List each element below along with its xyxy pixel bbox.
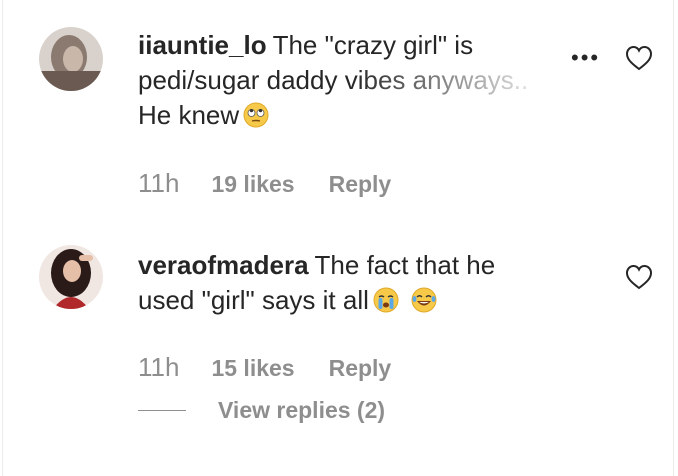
comment-text: veraofmadera The fact that he used "girl"… bbox=[138, 248, 578, 318]
reply-button[interactable]: Reply bbox=[329, 355, 392, 382]
view-replies-button[interactable]: View replies (2) bbox=[138, 397, 385, 424]
more-options-icon[interactable]: ••• bbox=[571, 45, 600, 71]
avatar[interactable] bbox=[39, 27, 103, 91]
timestamp[interactable]: 11h bbox=[138, 168, 179, 199]
crying-emoji-icon bbox=[373, 287, 399, 313]
comments-panel: iiauntie_lo The "crazy girl" is pedi/suga… bbox=[2, 0, 674, 476]
comment-meta: 11h 19 likes Reply bbox=[138, 168, 391, 199]
reply-button[interactable]: Reply bbox=[329, 171, 392, 198]
comment-body-line2: used "girl" says it all bbox=[138, 285, 369, 315]
avatar[interactable] bbox=[39, 245, 103, 309]
rolling-eyes-emoji-icon bbox=[243, 102, 269, 128]
view-replies-label: View replies (2) bbox=[218, 397, 386, 423]
comment-body-line1: The fact that he bbox=[314, 250, 496, 280]
comment-meta: 11h 15 likes Reply bbox=[138, 352, 391, 383]
username-link[interactable]: iiauntie_lo bbox=[138, 30, 267, 60]
likes-count[interactable]: 19 likes bbox=[211, 171, 294, 198]
comment-body-line2: pedi/sugar daddy vibes anyways.. bbox=[138, 65, 529, 95]
username-link[interactable]: veraofmadera bbox=[138, 250, 309, 280]
tears-of-joy-emoji-icon bbox=[411, 287, 437, 313]
comment-body-line1: The "crazy girl" is bbox=[272, 30, 474, 60]
timestamp[interactable]: 11h bbox=[138, 352, 179, 383]
comment-text: iiauntie_lo The "crazy girl" is pedi/suga… bbox=[138, 28, 578, 133]
comment-body-line3: He knew bbox=[138, 100, 240, 130]
heart-icon[interactable] bbox=[625, 264, 653, 290]
likes-count[interactable]: 15 likes bbox=[211, 355, 294, 382]
heart-icon[interactable] bbox=[625, 45, 653, 71]
replies-divider bbox=[138, 410, 186, 411]
